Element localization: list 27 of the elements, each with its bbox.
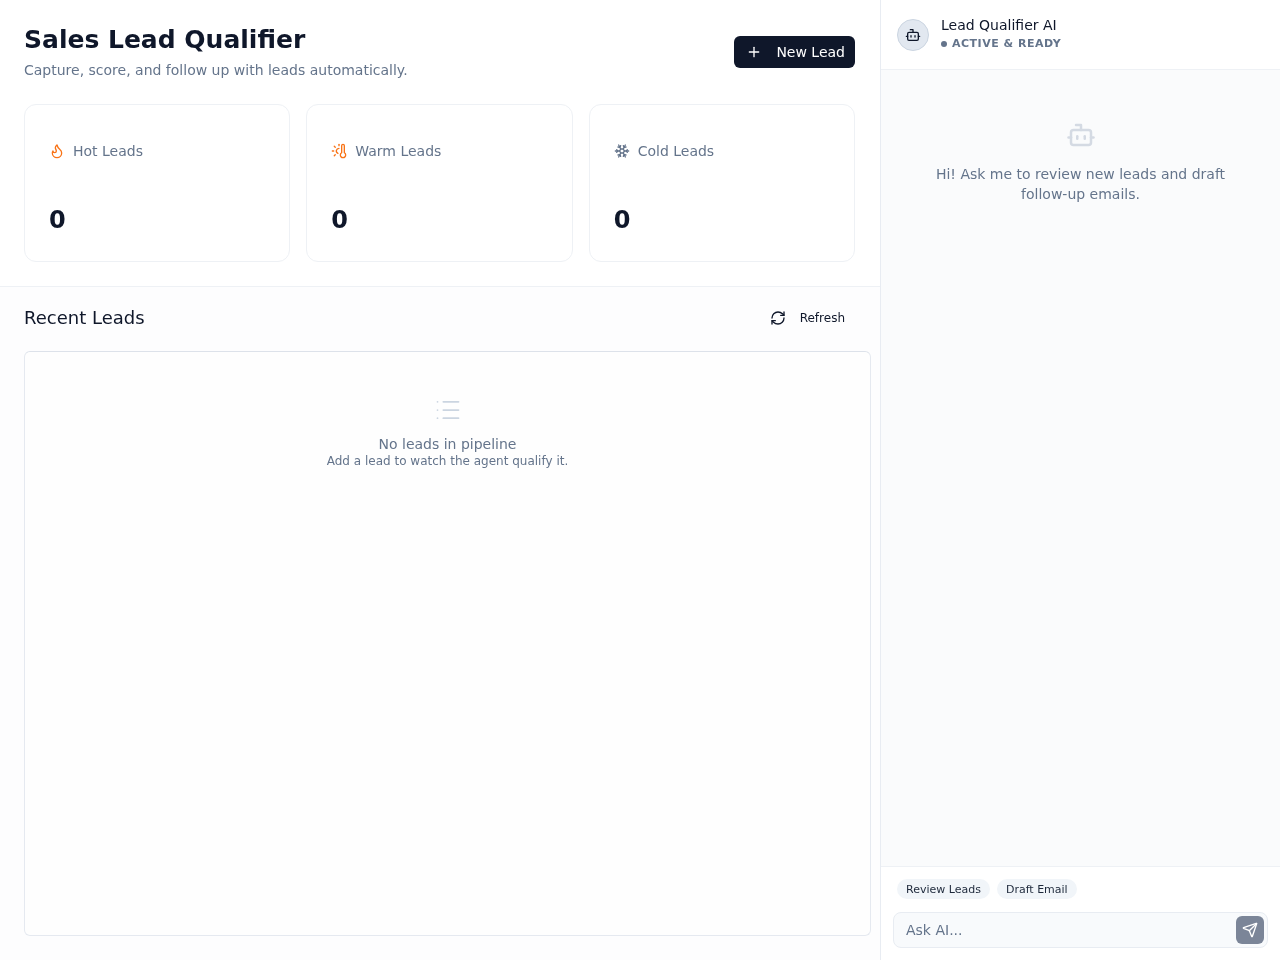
- stat-label: Cold Leads: [637, 142, 715, 161]
- assistant-greeting: Hi! Ask me to review new leads and draft follow-up emails.: [934, 165, 1227, 204]
- stat-value: 0: [49, 205, 66, 236]
- empty-state-hint: Add a lead to watch the agent qualify it.: [326, 453, 569, 469]
- page-subtitle: Capture, score, and follow up with leads automatically.: [24, 61, 408, 80]
- bot-avatar-icon: [897, 18, 929, 51]
- refresh-icon: [769, 310, 786, 326]
- quick-action-chip[interactable]: Draft Email: [996, 879, 1077, 899]
- send-icon: [1242, 922, 1258, 938]
- send-button[interactable]: [1236, 916, 1264, 944]
- page-title: Sales Lead Qualifier: [24, 24, 306, 56]
- assistant-status: ACTIVE & READY: [952, 35, 1062, 52]
- stat-label: Warm Leads: [355, 142, 442, 161]
- status-dot-icon: [941, 40, 947, 47]
- snowflake-icon: [613, 143, 630, 159]
- new-lead-button[interactable]: New Lead: [734, 36, 855, 68]
- stat-value: 0: [331, 205, 349, 236]
- refresh-button[interactable]: Refresh: [769, 302, 855, 334]
- section-title: Recent Leads: [24, 306, 145, 330]
- stat-label: Hot Leads: [73, 142, 143, 161]
- quick-action-chip[interactable]: Review Leads: [897, 879, 990, 899]
- empty-state-title: No leads in pipeline: [378, 435, 517, 453]
- assistant-name: Lead Qualifier AI: [941, 15, 1057, 34]
- flame-icon: [49, 143, 65, 159]
- stat-value: 0: [613, 205, 631, 236]
- thermometer-sun-icon: [331, 143, 348, 159]
- chat-input[interactable]: Ask AI...: [893, 912, 1268, 948]
